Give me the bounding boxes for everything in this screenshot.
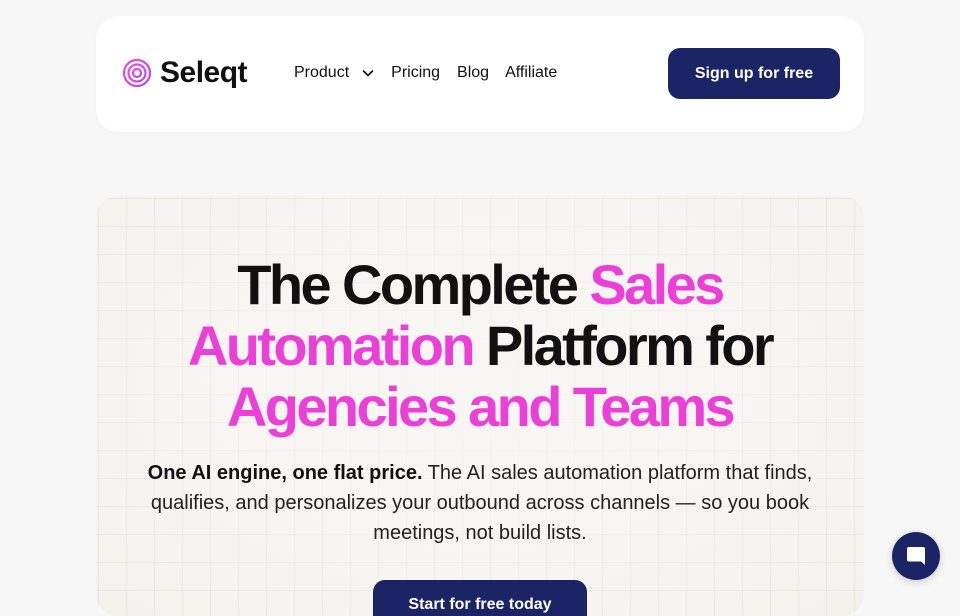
headline-part-3: Platform for xyxy=(472,314,775,377)
headline-highlight-2: Agencies and Teams xyxy=(226,375,736,438)
brand-name: Seleqt xyxy=(160,56,248,89)
nav-item-affiliate[interactable]: Affiliate xyxy=(505,62,557,84)
hero-headline: The Complete Sales Automation Platform f… xyxy=(96,254,864,437)
hero-subtext: One AI engine, one flat price. The AI sa… xyxy=(130,458,830,548)
nav-item-label: Product xyxy=(294,64,350,81)
hero-subtext-lead: One AI engine, one flat price. xyxy=(147,462,423,484)
nav-item-label: Affiliate xyxy=(505,64,558,81)
concentric-circles-logo-icon xyxy=(122,58,152,88)
hero-section: The Complete Sales Automation Platform f… xyxy=(96,196,864,616)
nav-item-product[interactable]: Product xyxy=(294,62,375,84)
start-free-button[interactable]: Start for free today xyxy=(373,580,587,616)
brand-logo[interactable]: Seleqt xyxy=(122,56,248,90)
chat-bubble-icon xyxy=(907,547,925,565)
top-navbar: Seleqt Product Pricing Blog Affiliate Si… xyxy=(96,16,864,132)
chevron-down-icon xyxy=(362,70,374,77)
nav-item-blog[interactable]: Blog xyxy=(457,62,489,84)
nav-item-label: Blog xyxy=(457,64,490,81)
chat-launcher-button[interactable] xyxy=(892,532,940,580)
signup-button[interactable]: Sign up for free xyxy=(668,48,840,99)
headline-part-1: The Complete xyxy=(237,253,590,316)
nav-menu: Product Pricing Blog Affiliate xyxy=(294,62,557,84)
nav-item-label: Pricing xyxy=(391,64,441,81)
nav-item-pricing[interactable]: Pricing xyxy=(391,62,440,84)
